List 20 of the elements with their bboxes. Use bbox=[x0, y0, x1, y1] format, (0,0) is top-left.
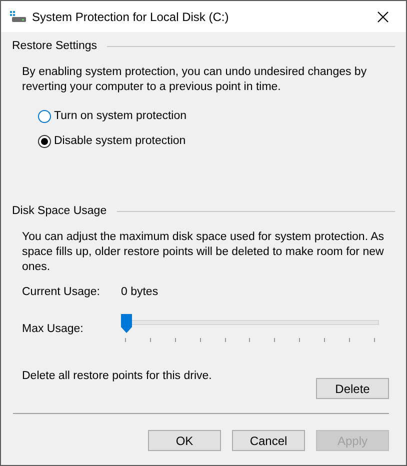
description-text: By enabling system protection, you can undo undesired changes by reverting your computer to a previous point in time. bbox=[22, 65, 368, 95]
delete-button[interactable]: Delete bbox=[316, 378, 389, 399]
slider[interactable] bbox=[121, 314, 379, 333]
delete-text: Delete all restore points for this drive. bbox=[22, 370, 212, 382]
drive-icon bbox=[10, 10, 26, 22]
field-value: 0 bytes bbox=[121, 286, 158, 298]
radio-label[interactable]: Disable system protection bbox=[54, 135, 186, 147]
dialog-button[interactable]: OK bbox=[148, 430, 221, 451]
close-icon bbox=[377, 10, 389, 22]
description-text: You can adjust the maximum disk space used for system protection. As space fills up, older restore points will be deleted to make room for new ones. bbox=[22, 230, 386, 275]
field-label: Current Usage: bbox=[22, 286, 101, 298]
window-title: System Protection for Local Disk (C:) bbox=[32, 10, 230, 24]
field-label: Max Usage: bbox=[22, 323, 84, 335]
group-heading: Disk Space Usage bbox=[12, 205, 108, 217]
slider-thumb[interactable] bbox=[121, 314, 132, 333]
group-heading: Restore Settings bbox=[12, 40, 98, 52]
radio-button[interactable] bbox=[38, 110, 51, 122]
radio-button[interactable] bbox=[38, 134, 51, 148]
radio-label[interactable]: Turn on system protection bbox=[54, 110, 187, 122]
dialog-button[interactable]: Cancel bbox=[232, 430, 305, 451]
